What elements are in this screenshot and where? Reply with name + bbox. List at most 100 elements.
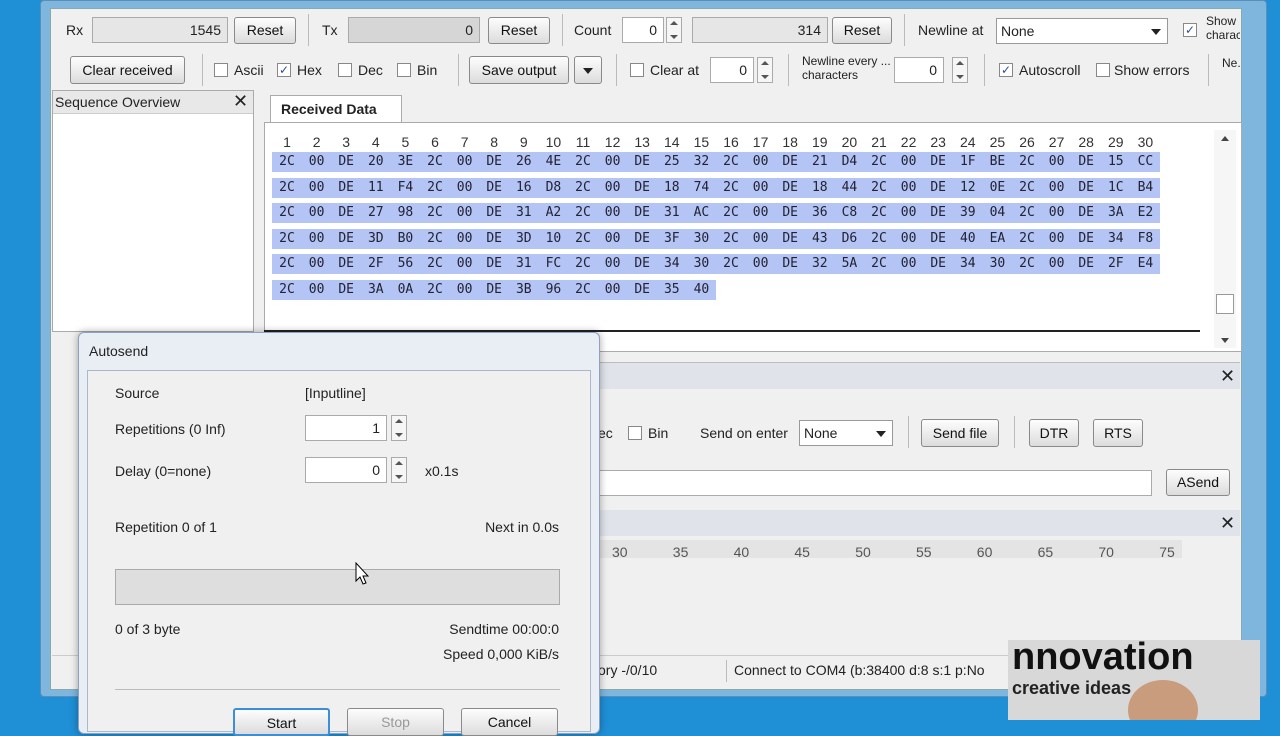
- hex-byte[interactable]: 2C: [420, 177, 450, 198]
- close-icon[interactable]: ✕: [1220, 513, 1235, 534]
- hex-byte[interactable]: DE: [1071, 228, 1102, 249]
- ascii-checkbox[interactable]: [214, 63, 228, 77]
- hex-byte[interactable]: 3A: [360, 280, 391, 300]
- hex-byte[interactable]: 2C: [1012, 152, 1042, 172]
- hex-byte[interactable]: DE: [627, 254, 658, 275]
- hex-byte[interactable]: DE: [479, 177, 510, 198]
- hex-byte[interactable]: DE: [1071, 203, 1102, 224]
- hex-byte[interactable]: 2C: [568, 254, 598, 275]
- hex-byte[interactable]: BE: [982, 152, 1013, 172]
- tab-received-data[interactable]: Received Data: [270, 95, 402, 124]
- hex-byte[interactable]: DE: [627, 177, 658, 198]
- hex-byte[interactable]: 00: [893, 177, 924, 198]
- hex-byte[interactable]: 04: [982, 203, 1013, 224]
- hex-byte[interactable]: 2C: [568, 280, 598, 300]
- newline-every-input[interactable]: 0: [894, 57, 944, 83]
- hex-byte[interactable]: 3A: [1100, 203, 1131, 224]
- hex-byte[interactable]: 2C: [716, 228, 746, 249]
- hex-byte[interactable]: 00: [301, 254, 332, 275]
- hex-byte[interactable]: DE: [479, 152, 510, 172]
- hex-byte[interactable]: E2: [1130, 203, 1161, 224]
- hex-byte[interactable]: 00: [893, 203, 924, 224]
- hex-byte[interactable]: 2C: [864, 254, 894, 275]
- hex-byte[interactable]: 30: [982, 254, 1013, 275]
- send-bin-checkbox[interactable]: [628, 426, 642, 440]
- hex-byte[interactable]: 00: [893, 228, 924, 249]
- hex-byte[interactable]: DE: [479, 254, 510, 275]
- clear-at-input[interactable]: 0: [710, 57, 754, 83]
- hex-byte[interactable]: 00: [597, 177, 628, 198]
- hex-byte[interactable]: 30: [686, 228, 717, 249]
- hex-byte[interactable]: DE: [1071, 177, 1102, 198]
- hex-byte[interactable]: 74: [686, 177, 717, 198]
- hex-byte[interactable]: 00: [745, 228, 776, 249]
- rx-reset-button[interactable]: Reset: [234, 17, 296, 44]
- hex-byte[interactable]: 2C: [420, 254, 450, 275]
- hex-byte[interactable]: 2C: [420, 203, 450, 224]
- hex-byte[interactable]: 00: [1041, 203, 1072, 224]
- hex-byte[interactable]: 2C: [1012, 254, 1042, 275]
- hex-byte[interactable]: 32: [686, 152, 717, 172]
- hex-byte[interactable]: CC: [1130, 152, 1161, 172]
- hex-byte[interactable]: 00: [745, 254, 776, 275]
- close-icon[interactable]: ✕: [233, 91, 248, 112]
- rts-button[interactable]: RTS: [1093, 419, 1143, 447]
- hex-byte[interactable]: AC: [686, 203, 717, 224]
- hex-byte[interactable]: 5A: [834, 254, 865, 275]
- hex-checkbox[interactable]: ✓: [277, 63, 291, 77]
- asend-button[interactable]: ASend: [1166, 469, 1230, 496]
- scroll-up-icon[interactable]: [1221, 136, 1229, 141]
- hex-byte[interactable]: 56: [390, 254, 421, 275]
- delay-spinner[interactable]: [391, 457, 407, 483]
- hex-byte[interactable]: 2C: [864, 152, 894, 172]
- hex-byte[interactable]: 00: [449, 228, 480, 249]
- hex-byte[interactable]: 1C: [1100, 177, 1131, 198]
- hex-byte[interactable]: 00: [301, 203, 332, 224]
- count-spinner[interactable]: [666, 17, 682, 43]
- hex-byte[interactable]: 31: [508, 254, 539, 275]
- hex-byte[interactable]: 16: [508, 177, 539, 198]
- count-reset-button[interactable]: Reset: [832, 17, 892, 44]
- hex-byte[interactable]: 2C: [716, 254, 746, 275]
- hex-byte[interactable]: DE: [1071, 152, 1102, 172]
- hex-byte[interactable]: 00: [301, 228, 332, 249]
- hex-byte[interactable]: 00: [597, 152, 628, 172]
- hex-byte[interactable]: 15: [1100, 152, 1131, 172]
- hex-byte[interactable]: 39: [952, 203, 983, 224]
- hex-byte[interactable]: 00: [301, 280, 332, 300]
- hex-byte[interactable]: 98: [390, 203, 421, 224]
- hex-byte[interactable]: 2C: [272, 228, 302, 249]
- hex-byte[interactable]: 27: [360, 203, 391, 224]
- hex-byte[interactable]: 2C: [568, 177, 598, 198]
- hex-byte[interactable]: 25: [656, 152, 687, 172]
- hex-byte[interactable]: DE: [1071, 254, 1102, 275]
- hex-byte[interactable]: 11: [360, 177, 391, 198]
- hex-byte[interactable]: 30: [686, 254, 717, 275]
- repetitions-spinner[interactable]: [391, 415, 407, 441]
- hex-byte[interactable]: 2C: [1012, 177, 1042, 198]
- hex-byte[interactable]: 4E: [538, 152, 569, 172]
- hex-byte[interactable]: 35: [656, 280, 687, 300]
- hex-byte[interactable]: 00: [597, 228, 628, 249]
- hex-byte[interactable]: 00: [1041, 177, 1072, 198]
- hex-byte[interactable]: 00: [301, 177, 332, 198]
- hex-byte[interactable]: 00: [301, 152, 332, 172]
- hex-byte[interactable]: DE: [331, 203, 362, 224]
- hex-byte[interactable]: 3B: [508, 280, 539, 300]
- hex-byte[interactable]: 2C: [272, 203, 302, 224]
- autoscroll-checkbox[interactable]: ✓: [999, 63, 1013, 77]
- hex-byte[interactable]: 96: [538, 280, 569, 300]
- hex-byte[interactable]: DE: [775, 228, 806, 249]
- hex-byte[interactable]: 0A: [390, 280, 421, 300]
- clear-received-button[interactable]: Clear received: [70, 56, 185, 84]
- hex-byte[interactable]: DE: [331, 152, 362, 172]
- count-input[interactable]: 0: [622, 17, 664, 43]
- hex-byte[interactable]: 00: [893, 152, 924, 172]
- hex-byte[interactable]: 43: [804, 228, 835, 249]
- hex-byte[interactable]: 10: [538, 228, 569, 249]
- hex-byte[interactable]: 2C: [568, 203, 598, 224]
- stop-button[interactable]: Stop: [347, 708, 444, 736]
- hex-byte[interactable]: 3D: [508, 228, 539, 249]
- hex-byte[interactable]: 2C: [864, 203, 894, 224]
- hex-byte[interactable]: 00: [449, 203, 480, 224]
